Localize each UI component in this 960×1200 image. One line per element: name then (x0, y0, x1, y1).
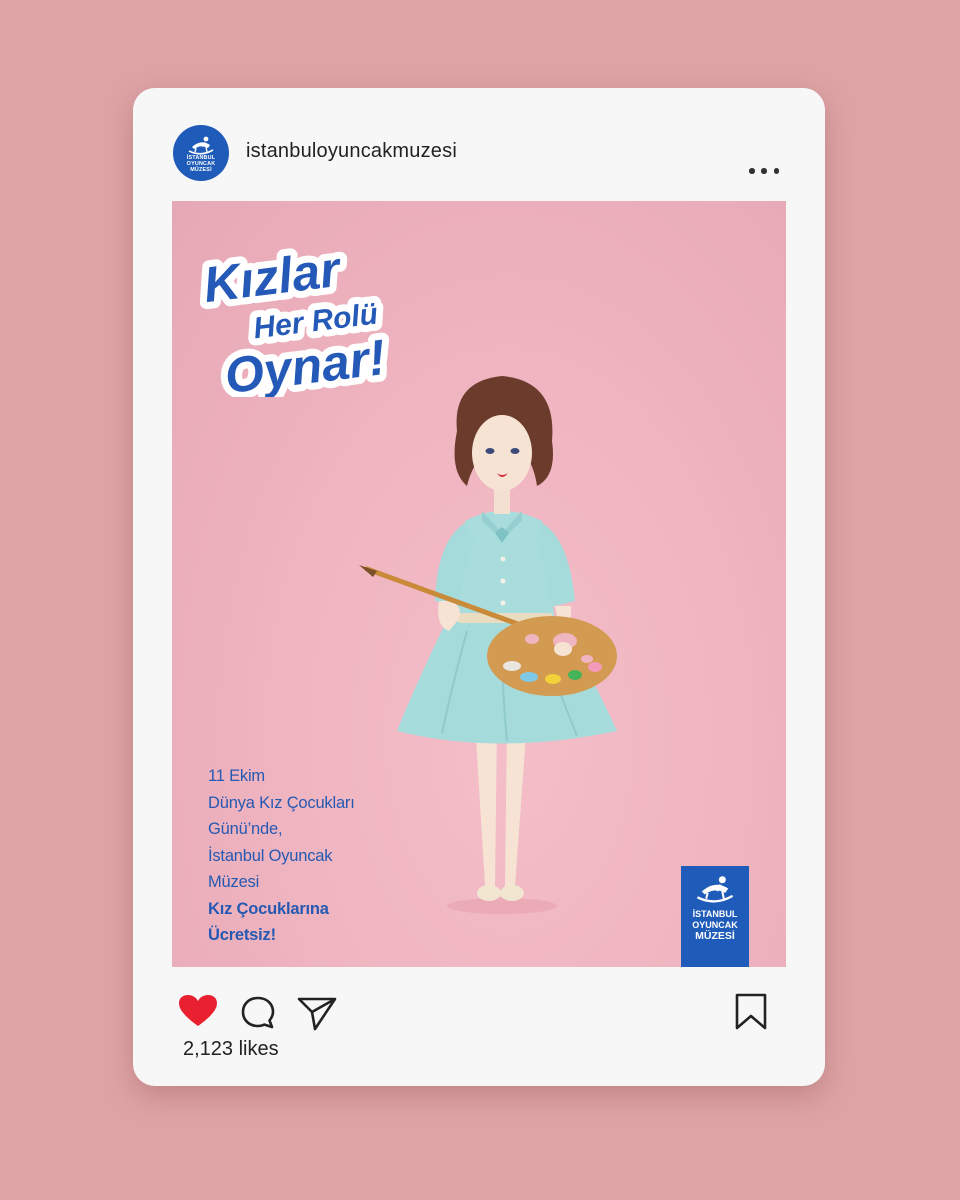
post-caption: 11 Ekim Dünya Kız Çocukları Günü’nde, İs… (208, 763, 355, 949)
more-dot (749, 168, 755, 174)
comment-icon[interactable] (240, 995, 276, 1036)
account-username[interactable]: istanbuloyuncakmuzesi (246, 140, 457, 163)
caption-line-emphasis: Kız Çocuklarına (208, 899, 329, 918)
paper-plane-icon[interactable] (297, 995, 337, 1036)
heart-icon[interactable] (178, 994, 218, 1033)
headline-line-1: Kızlar (201, 241, 345, 313)
more-dot (773, 168, 779, 174)
logo-line: MÜZESİ (695, 930, 735, 942)
rocking-horse-icon (696, 876, 734, 903)
caption-line: Dünya Kız Çocukları (208, 793, 355, 812)
museum-logo: İSTANBUL OYUNCAK MÜZESİ (681, 866, 749, 967)
avatar-label-line: MÜZESİ (190, 167, 212, 173)
account-avatar[interactable]: İSTANBUL OYUNCAK MÜZESİ (173, 125, 229, 181)
caption-line: Müzesi (208, 873, 260, 891)
more-dot (761, 168, 767, 174)
caption-line: 11 Ekim (208, 767, 265, 785)
more-options-icon[interactable] (749, 160, 779, 182)
caption-line-emphasis: Ücretsiz! (208, 926, 276, 944)
logo-line: İSTANBUL (692, 909, 738, 919)
caption-line: Günü’nde, (208, 820, 283, 838)
doll-illustration (359, 376, 617, 914)
likes-count[interactable]: 2,123 likes (183, 1038, 279, 1061)
post-image[interactable]: Kızlar Her Rolü Oynar! Kızlar Her Rolü O… (172, 201, 786, 967)
rocking-horse-icon (188, 136, 214, 155)
bookmark-icon[interactable] (735, 993, 767, 1036)
caption-line: İstanbul Oyuncak (208, 846, 333, 865)
